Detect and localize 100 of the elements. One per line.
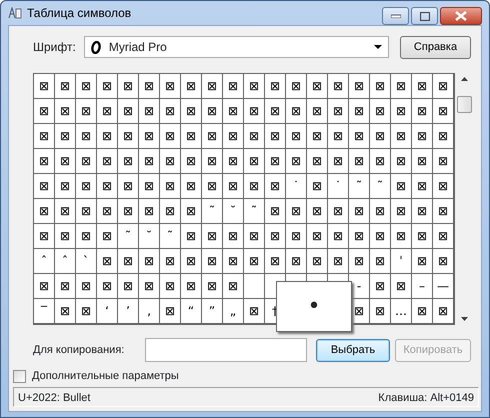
character-cell[interactable]: ⊠ [118,124,139,149]
character-cell[interactable]: ⊠ [181,224,202,249]
character-cell[interactable]: ⊠ [202,224,223,249]
character-cell[interactable]: ⊠ [265,99,286,124]
character-cell[interactable]: ˆ [34,249,55,274]
character-cell[interactable]: ⊠ [307,74,328,99]
character-cell[interactable]: ⊠ [265,199,286,224]
maximize-button[interactable] [411,7,438,25]
character-cell[interactable]: ⊠ [328,149,349,174]
character-cell[interactable]: ⊠ [328,249,349,274]
character-cell[interactable]: ⊠ [244,174,265,199]
character-cell[interactable]: ⊠ [34,124,55,149]
character-cell[interactable]: ⊠ [118,174,139,199]
character-cell[interactable]: ⊠ [328,99,349,124]
character-cell[interactable]: ⊠ [34,149,55,174]
character-cell[interactable]: ⊠ [391,74,412,99]
character-cell[interactable]: ⊠ [34,74,55,99]
character-cell[interactable]: ⊠ [55,274,76,299]
character-cell[interactable]: ⊠ [412,249,433,274]
character-cell[interactable]: ⊠ [244,74,265,99]
character-cell[interactable]: — [433,274,454,299]
character-cell[interactable]: ⊠ [286,224,307,249]
character-cell[interactable]: ⊠ [139,174,160,199]
character-cell[interactable]: “ [181,299,202,324]
character-cell[interactable]: ⊠ [160,199,181,224]
character-cell[interactable]: ⊠ [97,124,118,149]
character-cell[interactable]: ⊠ [223,274,244,299]
character-cell[interactable]: ⊠ [76,124,97,149]
character-cell[interactable]: ⊠ [55,199,76,224]
character-cell[interactable]: ⊠ [412,149,433,174]
character-cell[interactable]: ⊠ [433,299,454,324]
character-cell[interactable]: ⊠ [202,99,223,124]
character-cell[interactable]: ⊠ [244,149,265,174]
character-cell[interactable]: ⊠ [412,124,433,149]
character-cell[interactable]: ⊠ [97,224,118,249]
character-cell[interactable]: ⊠ [55,224,76,249]
character-cell[interactable]: ⊠ [223,224,244,249]
character-cell[interactable]: ⊠ [370,274,391,299]
character-cell[interactable]: ‘ [97,299,118,324]
character-cell[interactable]: ⊠ [265,74,286,99]
character-cell[interactable]: ⊠ [118,274,139,299]
character-cell[interactable]: ⊠ [223,124,244,149]
character-cell[interactable]: ⊠ [118,99,139,124]
character-cell[interactable] [244,274,265,299]
close-button[interactable] [440,7,482,25]
character-cell[interactable]: ⊠ [433,174,454,199]
character-cell[interactable]: ⊠ [202,274,223,299]
character-cell[interactable]: ⊠ [307,224,328,249]
character-cell[interactable]: ⊠ [391,174,412,199]
character-cell[interactable]: ⊠ [76,99,97,124]
character-cell[interactable]: ˜ [202,199,223,224]
character-cell[interactable]: ⊠ [412,99,433,124]
character-cell[interactable]: ⊠ [181,249,202,274]
character-cell[interactable]: ⊠ [55,149,76,174]
character-cell[interactable]: ˜ [349,174,370,199]
character-cell[interactable]: ⊠ [97,249,118,274]
character-cell[interactable]: ⊠ [160,74,181,99]
character-cell[interactable]: ⊠ [244,224,265,249]
character-cell[interactable]: ⊠ [328,224,349,249]
character-cell[interactable]: ⊠ [433,224,454,249]
character-cell[interactable]: ⊠ [139,99,160,124]
character-cell[interactable]: ⊠ [244,124,265,149]
character-cell[interactable]: ⊠ [139,249,160,274]
character-cell[interactable]: ⊠ [55,99,76,124]
character-cell[interactable]: ⊠ [34,174,55,199]
character-cell[interactable]: ⊠ [370,299,391,324]
character-cell[interactable]: ⊠ [34,199,55,224]
character-cell[interactable]: ⊠ [433,74,454,99]
character-cell[interactable]: ⊠ [370,224,391,249]
character-cell[interactable]: ⊠ [118,249,139,274]
character-cell[interactable]: ⊠ [76,149,97,174]
character-cell[interactable]: ⊠ [181,149,202,174]
character-cell[interactable]: ⊠ [160,124,181,149]
character-cell[interactable]: ’ [118,299,139,324]
character-cell[interactable]: ⊠ [286,99,307,124]
character-cell[interactable]: ⊠ [412,74,433,99]
scrollbar-thumb[interactable] [457,96,472,112]
character-cell[interactable]: ⊠ [370,249,391,274]
character-cell[interactable]: ˆ [55,249,76,274]
character-cell[interactable]: ˈ [391,249,412,274]
character-cell[interactable]: ⊠ [76,74,97,99]
character-cell[interactable]: ˜ [118,224,139,249]
character-cell[interactable]: ⊠ [391,199,412,224]
character-cell[interactable]: ⊠ [34,224,55,249]
character-cell[interactable]: ⊠ [55,299,76,324]
character-cell[interactable]: ⊠ [412,299,433,324]
character-cell[interactable]: ⊠ [244,249,265,274]
character-cell[interactable]: ⊠ [265,249,286,274]
character-cell[interactable]: ⊠ [181,199,202,224]
character-cell[interactable]: ⊠ [202,124,223,149]
character-cell[interactable]: ⊠ [244,99,265,124]
character-cell[interactable]: ⊠ [265,174,286,199]
character-cell[interactable]: ⊠ [370,99,391,124]
character-cell[interactable]: ⊠ [97,274,118,299]
character-cell[interactable]: ⊠ [433,149,454,174]
character-cell[interactable]: ⊠ [391,274,412,299]
character-cell[interactable]: ⊠ [328,199,349,224]
character-cell[interactable]: ⊠ [433,249,454,274]
character-cell[interactable]: ˜ [244,199,265,224]
character-cell[interactable]: ⊠ [202,149,223,174]
